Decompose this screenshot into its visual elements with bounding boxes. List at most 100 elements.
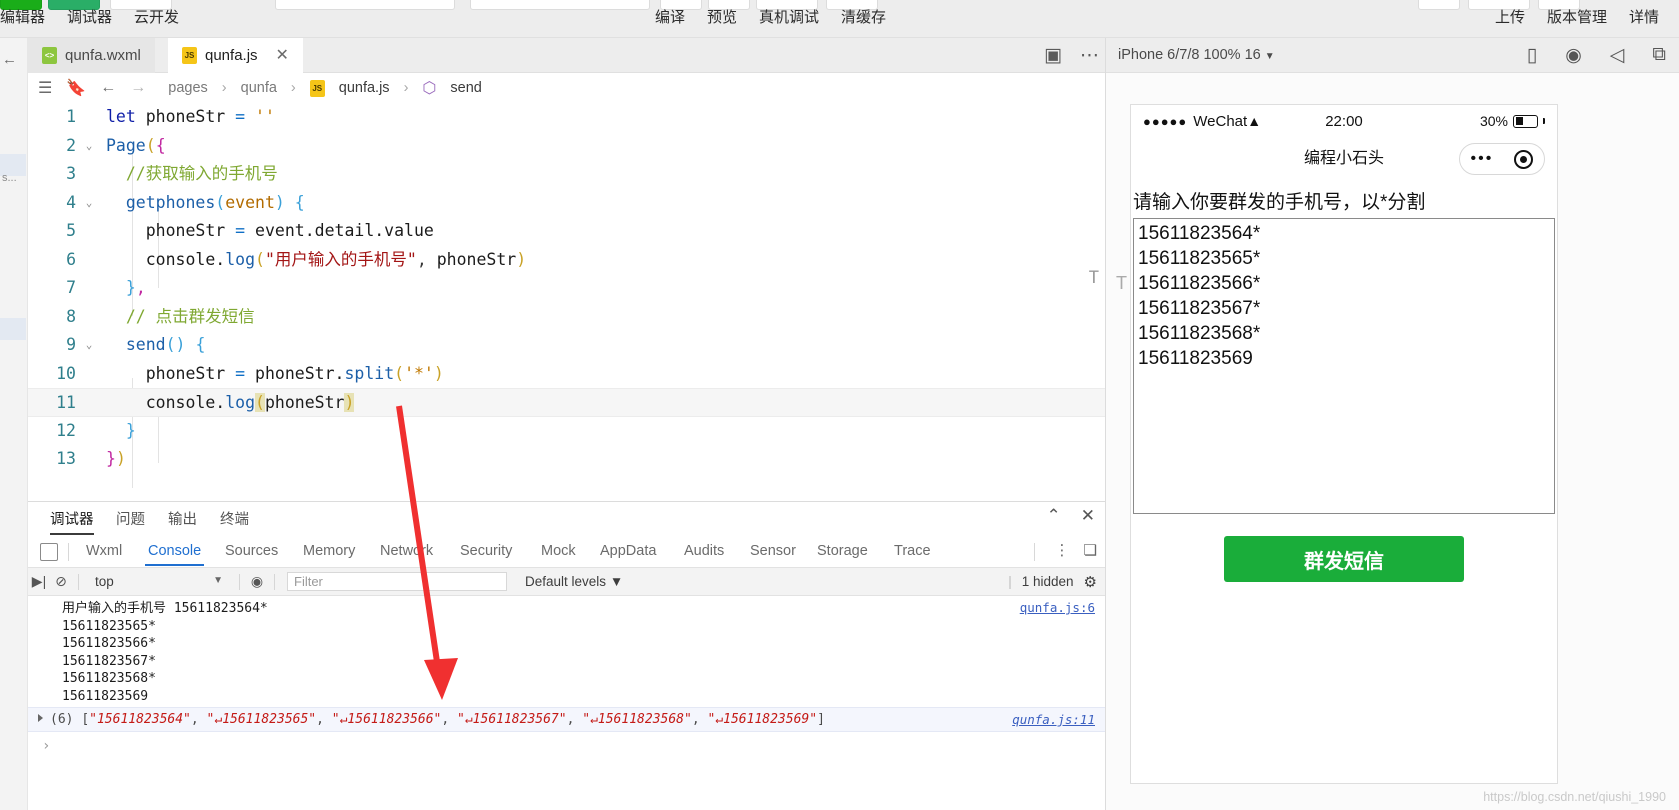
forward-icon[interactable]: → xyxy=(130,79,146,97)
topbar-item-details[interactable]: 详情 xyxy=(1629,6,1659,27)
devtools-tab-appdata[interactable]: AppData xyxy=(600,543,656,559)
outline-icon[interactable]: ☰ xyxy=(38,78,52,98)
devtools-tab-audits[interactable]: Audits xyxy=(684,543,724,559)
split-editor-icon[interactable]: ▣ xyxy=(1044,44,1062,67)
array-open-bracket: [ xyxy=(81,712,90,727)
line-number: 5 xyxy=(66,221,76,240)
bookmark-icon[interactable]: 🔖 xyxy=(66,78,86,98)
breadcrumb-part-file[interactable]: qunfa.js xyxy=(339,80,390,96)
code-line[interactable]: 12 } xyxy=(28,417,1105,446)
debug-tab-problems[interactable]: 问题 xyxy=(116,508,145,529)
simulator-scrollbar-thumb[interactable]: T xyxy=(1116,273,1127,299)
fold-chevron-icon[interactable]: ⌄ xyxy=(82,331,96,360)
topbar-item-upload[interactable]: 上传 xyxy=(1495,6,1525,27)
code-text: phoneStr = phoneStr.split('*') xyxy=(145,363,444,383)
debug-tab-output[interactable]: 输出 xyxy=(168,508,197,529)
volume-icon[interactable]: ◁ xyxy=(1610,44,1625,67)
record-icon[interactable]: ◉ xyxy=(1565,44,1582,67)
code-line[interactable]: 3 //获取输入的手机号 xyxy=(28,160,1105,189)
wxml-file-icon: <> xyxy=(42,47,57,64)
breadcrumb-separator: › xyxy=(221,80,227,96)
topbar-item-clear-cache[interactable]: 清缓存 xyxy=(841,6,886,27)
editor-tab-qunfa-js[interactable]: JS qunfa.js ✕ xyxy=(168,38,303,73)
console-source-link[interactable]: qunfa.js:11 xyxy=(1012,712,1095,727)
fold-chevron-icon[interactable]: ⌄ xyxy=(82,189,96,218)
gear-icon[interactable]: ⚙ xyxy=(1084,573,1097,591)
simulator-device-select[interactable]: iPhone 6/7/8 100% 16 ▼ xyxy=(1118,47,1275,63)
editor-tab-qunfa-wxml[interactable]: <> qunfa.wxml xyxy=(28,38,155,73)
devtools-tab-mock[interactable]: Mock xyxy=(541,543,576,559)
devtools-tab-wxml[interactable]: Wxml xyxy=(86,543,122,559)
code-line[interactable]: 9 ⌄ send() { xyxy=(28,331,1105,360)
console-line: 15611823568* xyxy=(62,671,156,686)
code-line[interactable]: 10 phoneStr = phoneStr.split('*') xyxy=(28,360,1105,389)
code-line[interactable]: 11 console.log(phoneStr) xyxy=(28,388,1105,417)
console-hidden-count[interactable]: 1 hidden xyxy=(1022,574,1074,589)
code-line[interactable]: 6 console.log("用户输入的手机号", phoneStr) xyxy=(28,246,1105,275)
send-sms-button[interactable]: 群发短信 xyxy=(1224,536,1464,582)
target-icon[interactable] xyxy=(1514,149,1534,169)
more-options-icon[interactable]: ⋯ xyxy=(1080,44,1099,67)
console-log[interactable]: 用户输入的手机号 15611823564* 15611823565* 15611… xyxy=(28,596,1105,810)
code-line[interactable]: 8 // 点击群发短信 xyxy=(28,303,1105,332)
console-entry[interactable]: 用户输入的手机号 15611823564* 15611823565* 15611… xyxy=(28,596,1105,707)
code-line[interactable]: 2 ⌄ Page({ xyxy=(28,132,1105,161)
console-source-link[interactable]: qunfa.js:6 xyxy=(1020,600,1095,615)
simulator-scrollbar[interactable]: T xyxy=(1114,133,1127,753)
console-entry-array[interactable]: (6) ["15611823564", "↵15611823565", "↵15… xyxy=(28,707,1105,732)
topbar-item-realdevice-debug[interactable]: 真机调试 xyxy=(759,6,819,27)
console-context-select[interactable]: top ▼ xyxy=(85,574,233,589)
code-line[interactable]: 13}) xyxy=(28,445,1105,474)
devtools-tab-memory[interactable]: Memory xyxy=(303,543,355,559)
activity-rail: s... ← xyxy=(0,38,28,810)
topbar-item-version-management[interactable]: 版本管理 xyxy=(1547,6,1607,27)
rail-back-icon[interactable]: ← xyxy=(2,51,17,68)
fold-chevron-icon[interactable]: ⌄ xyxy=(82,132,96,161)
breadcrumb-part-pages[interactable]: pages xyxy=(168,80,208,96)
phone-number-textarea[interactable]: 15611823564* 15611823565* 15611823566* 1… xyxy=(1133,218,1555,514)
detach-window-icon[interactable]: ⧉ xyxy=(1652,44,1666,66)
console-filter-input[interactable]: Filter xyxy=(287,572,507,591)
dock-panel-icon[interactable]: ❏ xyxy=(1084,541,1097,559)
array-item: "↵15611823566" xyxy=(331,712,442,727)
code-line[interactable]: 7 }, xyxy=(28,274,1105,303)
code-minimap[interactable]: T xyxy=(1087,108,1101,498)
live-expression-icon[interactable]: ◉ xyxy=(246,573,268,590)
clear-console-icon[interactable]: ⊘ xyxy=(50,573,72,590)
capsule-button[interactable]: ••• xyxy=(1459,143,1545,175)
debug-tab-debugger[interactable]: 调试器 xyxy=(50,508,94,535)
topbar-item-editor[interactable]: 编辑器 xyxy=(0,6,45,27)
console-levels-select[interactable]: Default levels ▼ xyxy=(525,574,623,589)
close-icon[interactable]: ✕ xyxy=(1081,506,1095,526)
devtools-tab-security[interactable]: Security xyxy=(460,543,512,559)
topbar-item-debugger[interactable]: 调试器 xyxy=(67,6,112,27)
code-text: }, xyxy=(125,278,146,297)
topbar-item-compile[interactable]: 编译 xyxy=(655,6,685,27)
code-editor[interactable]: 1 let phoneStr = '' 2 ⌄ Page({3 //获取输入的手机号 4 ⌄… xyxy=(28,103,1105,501)
devtools-tab-network[interactable]: Network xyxy=(380,543,433,559)
inspect-element-icon[interactable] xyxy=(40,543,58,561)
debug-tab-terminal[interactable]: 终端 xyxy=(220,508,249,529)
code-line[interactable]: 4 ⌄ getphones(event) { xyxy=(28,189,1105,218)
devtools-tab-console[interactable]: Console xyxy=(144,543,205,566)
back-icon[interactable]: ← xyxy=(100,79,116,97)
topbar-item-preview[interactable]: 预览 xyxy=(707,6,737,27)
array-item: "↵15611823567" xyxy=(457,712,567,727)
close-icon[interactable]: ✕ xyxy=(276,47,289,64)
topbar-item-cloud[interactable]: 云开发 xyxy=(134,6,179,27)
devtools-tab-storage[interactable]: Storage xyxy=(817,543,868,559)
breadcrumb-part-qunfa[interactable]: qunfa xyxy=(241,80,277,96)
chevron-up-icon[interactable]: ⌃ xyxy=(1047,506,1061,526)
devtools-tab-sensor[interactable]: Sensor xyxy=(750,543,796,559)
breadcrumb-part-symbol[interactable]: send xyxy=(450,80,481,96)
more-vertical-icon[interactable]: ⋮ xyxy=(1055,541,1070,559)
expand-triangle-icon[interactable] xyxy=(38,714,43,722)
devtools-tab-trace[interactable]: Trace xyxy=(894,543,931,559)
console-prompt[interactable]: › xyxy=(28,732,1105,754)
devtools-tab-sources[interactable]: Sources xyxy=(225,543,278,559)
code-line[interactable]: 5 phoneStr = event.detail.value xyxy=(28,217,1105,246)
rotate-device-icon[interactable]: ▯ xyxy=(1527,44,1537,67)
more-dots-icon[interactable]: ••• xyxy=(1471,150,1494,168)
code-line[interactable]: 1 let phoneStr = '' xyxy=(28,103,1105,132)
execute-step-icon[interactable]: ▶| xyxy=(28,573,50,590)
